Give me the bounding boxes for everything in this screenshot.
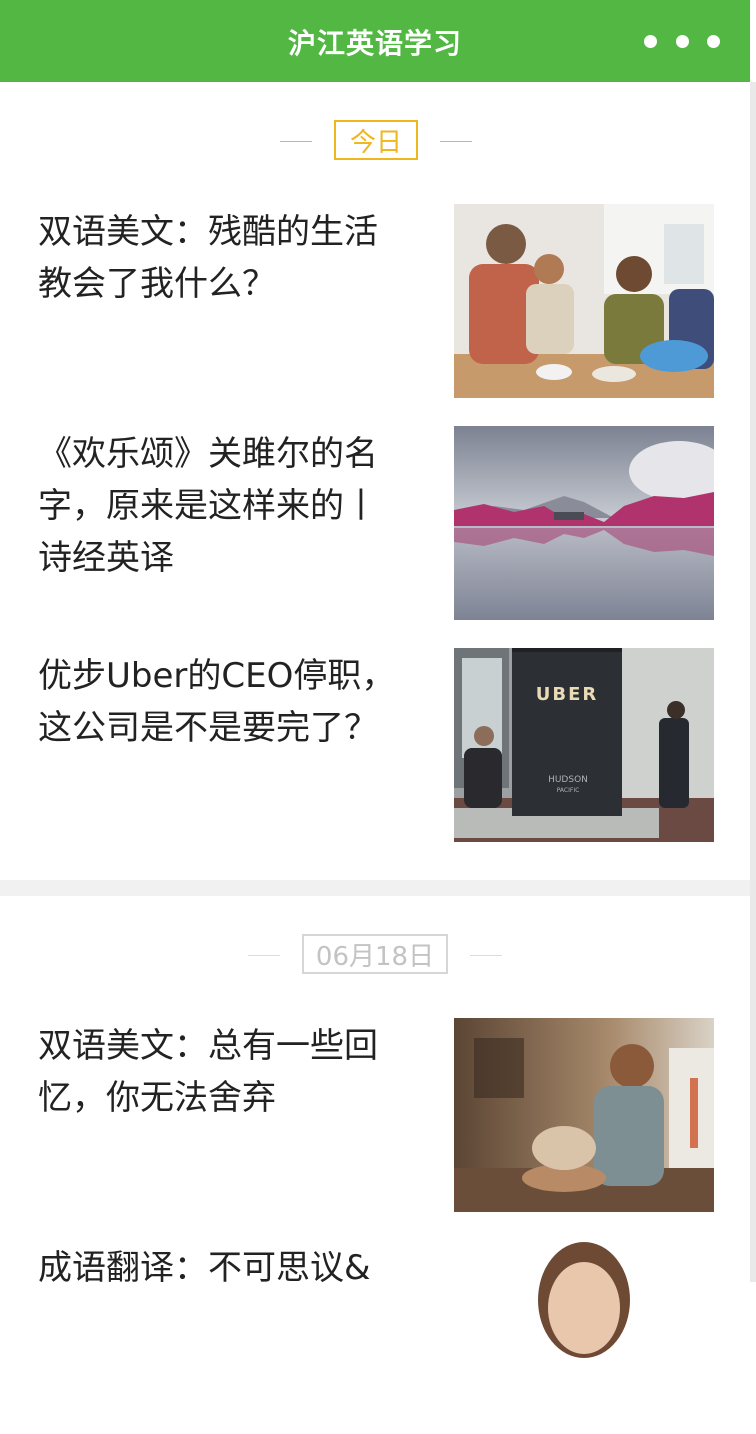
family-baking-image [454, 204, 714, 398]
section-divider [0, 880, 750, 896]
top-bar: 沪江英语学习 [0, 0, 750, 82]
article-item[interactable]: 双语美文：残酷的生活教会了我什么？ [0, 204, 750, 398]
article-item[interactable]: 成语翻译：不可思议& [0, 1240, 750, 1434]
article-title: 双语美文：总有一些回忆，你无法舍弃 [38, 1026, 378, 1118]
woman-portrait-image [454, 1240, 714, 1434]
article-title: 《欢乐颂》关雎尔的名字，原来是这样来的丨诗经英译 [38, 434, 378, 578]
date-divider: 今日 [0, 120, 750, 164]
divider-line [280, 141, 312, 142]
pink-lake-image [454, 426, 714, 620]
date-divider: 06月18日 [0, 934, 750, 978]
scrollbar[interactable] [750, 82, 756, 1282]
article-title: 优步Uber的CEO停职，这公司是不是要完了？ [38, 656, 396, 748]
svg-text:HUDSON: HUDSON [548, 775, 588, 785]
page-title: 沪江英语学习 [287, 27, 462, 60]
article-item[interactable]: 优步Uber的CEO停职，这公司是不是要完了？ UBER HUDSON PACI… [0, 648, 750, 842]
article-item[interactable]: 双语美文：总有一些回忆，你无法舍弃 [0, 1018, 750, 1212]
article-title: 成语翻译：不可思议& [38, 1248, 371, 1288]
date-badge: 06月18日 [302, 934, 448, 974]
section-0618: 06月18日 双语美文：总有一些回忆，你无法舍弃 成语翻译：不可思议& [0, 896, 750, 1434]
article-title: 双语美文：残酷的生活教会了我什么？ [38, 212, 378, 304]
dot [644, 34, 657, 48]
man-shoe-image [454, 1018, 714, 1212]
svg-text:PACIFIC: PACIFIC [557, 787, 580, 794]
dot [707, 34, 720, 48]
divider-line [470, 955, 502, 956]
uber-sign-image: UBER HUDSON PACIFIC [454, 648, 714, 842]
dot [675, 34, 689, 48]
svg-text:UBER: UBER [536, 684, 599, 705]
more-dots-icon[interactable] [644, 30, 720, 52]
article-item[interactable]: 《欢乐颂》关雎尔的名字，原来是这样来的丨诗经英译 [0, 426, 750, 620]
date-badge: 今日 [334, 120, 418, 160]
divider-line [248, 955, 280, 956]
divider-line [440, 141, 472, 142]
section-today: 今日 双语美文：残酷的生活教会了我什么？ 《欢乐颂》关雎尔的名字，原来是这样来的… [0, 82, 750, 880]
